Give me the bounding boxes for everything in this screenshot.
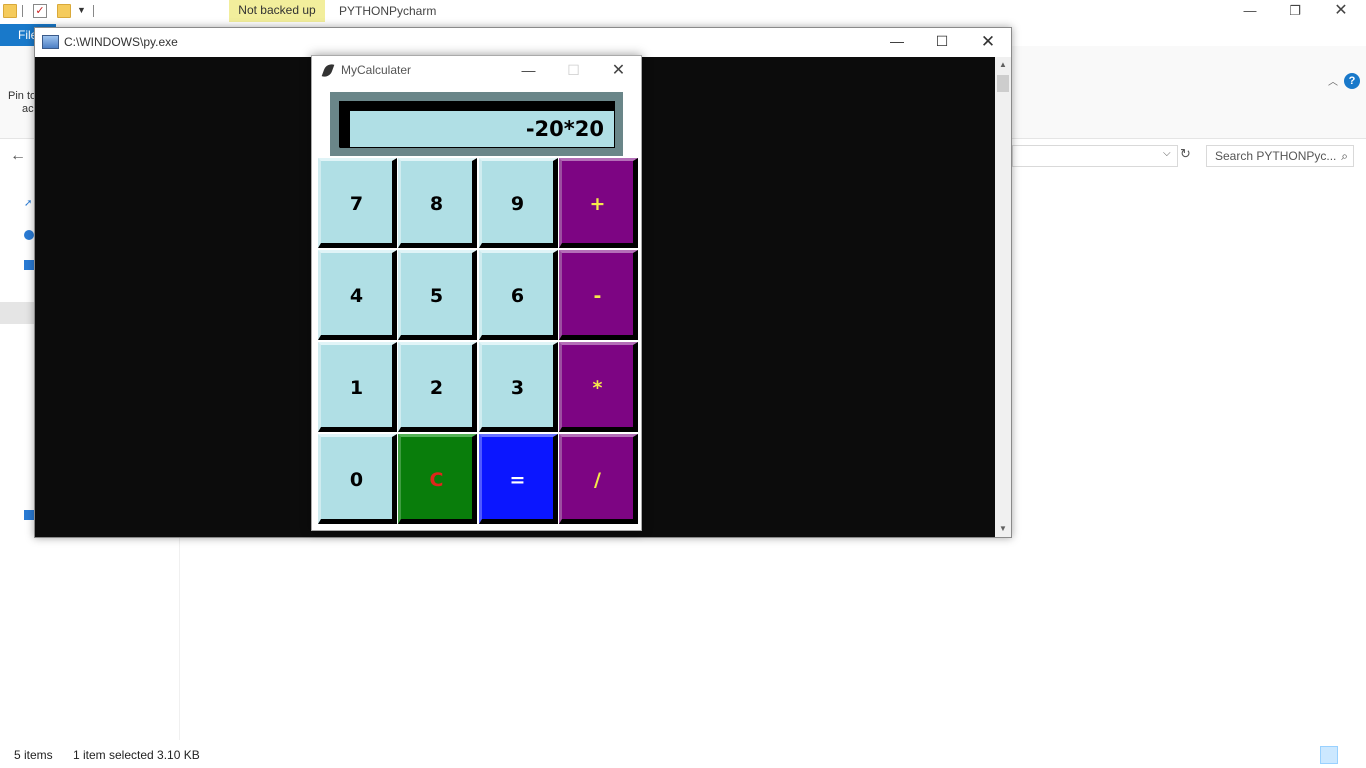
key-divide[interactable]: / [559, 434, 638, 524]
scroll-down-arrow-icon[interactable]: ▼ [995, 521, 1011, 537]
calculator-window: MyCalculater — ☐ ✕ -20*20 7 8 9 + 4 5 6 … [311, 55, 642, 531]
pin-label-line-2: ac [22, 103, 34, 115]
divider [93, 5, 94, 17]
status-bar: 5 items 1 item selected 3.10 KB [0, 745, 1366, 768]
scroll-up-arrow-icon[interactable]: ▲ [995, 57, 1011, 73]
calculator-title-bar[interactable]: MyCalculater — ☐ ✕ [312, 56, 641, 86]
key-5[interactable]: 5 [398, 250, 477, 340]
quick-access-pin-icon[interactable]: ➚ [24, 198, 34, 209]
address-bar[interactable] [1012, 145, 1178, 167]
customize-toolbar-chevron-icon[interactable]: ▼ [77, 5, 86, 15]
network-icon[interactable] [24, 510, 34, 520]
key-plus[interactable]: + [559, 158, 638, 248]
address-dropdown-chevron-icon[interactable]: ⌵ [1163, 148, 1171, 159]
console-title: C:\WINDOWS\py.exe [64, 35, 178, 49]
key-multiply[interactable]: * [559, 342, 638, 432]
calculator-minimize-button[interactable]: — [506, 56, 551, 86]
console-title-bar[interactable]: C:\WINDOWS\py.exe — ☐ ✕ [35, 28, 1011, 57]
key-3[interactable]: 3 [479, 342, 558, 432]
explorer-close-button[interactable]: ✕ [1318, 0, 1364, 24]
key-9[interactable]: 9 [479, 158, 558, 248]
key-0[interactable]: 0 [318, 434, 397, 524]
console-maximize-button[interactable]: ☐ [919, 28, 965, 57]
key-4[interactable]: 4 [318, 250, 397, 340]
python-console-icon [42, 35, 59, 49]
explorer-minimize-button[interactable]: — [1227, 0, 1273, 24]
nav-selected-item[interactable] [0, 302, 34, 324]
display-frame: -20*20 [330, 92, 623, 156]
selection-info: 1 item selected 3.10 KB [73, 748, 200, 762]
console-close-button[interactable]: ✕ [965, 28, 1011, 57]
search-placeholder: Search PYTHONPyc... [1215, 149, 1337, 163]
back-arrow-icon[interactable]: ← [10, 147, 26, 165]
display-bevel-corner [330, 138, 348, 156]
console-minimize-button[interactable]: — [874, 28, 920, 57]
search-input[interactable]: Search PYTHONPyc... ⌕ [1206, 145, 1354, 167]
key-minus[interactable]: - [559, 250, 638, 340]
refresh-icon[interactable]: ↻ [1180, 146, 1191, 162]
console-scrollbar[interactable]: ▲ ▼ [995, 57, 1011, 537]
item-count: 5 items [14, 748, 53, 762]
explorer-window-title: PYTHONPycharm [339, 4, 437, 18]
key-clear[interactable]: C [398, 434, 477, 524]
key-equals[interactable]: = [479, 434, 558, 524]
folder-icon [3, 4, 17, 18]
help-icon[interactable]: ? [1344, 73, 1360, 89]
divider [22, 5, 23, 17]
collapse-ribbon-chevron-icon[interactable]: ︿ [1328, 73, 1338, 88]
backup-status-badge[interactable]: Not backed up [229, 0, 325, 22]
properties-icon[interactable]: ✓ [33, 4, 47, 18]
calculator-display[interactable]: -20*20 [350, 111, 614, 147]
key-7[interactable]: 7 [318, 158, 397, 248]
this-pc-icon[interactable] [24, 260, 34, 270]
calculator-title: MyCalculater [341, 63, 412, 77]
calculator-close-button[interactable]: ✕ [596, 56, 641, 86]
explorer-restore-button[interactable]: ❐ [1272, 0, 1318, 24]
pin-label-line-1: Pin to [8, 90, 37, 102]
key-8[interactable]: 8 [398, 158, 477, 248]
key-2[interactable]: 2 [398, 342, 477, 432]
details-view-icon[interactable] [1320, 746, 1338, 764]
calculator-maximize-button: ☐ [567, 62, 580, 78]
onedrive-cloud-icon[interactable] [24, 230, 34, 240]
key-6[interactable]: 6 [479, 250, 558, 340]
explorer-title-bar: ✓ ▼ Not backed up PYTHONPycharm — ❐ ✕ [0, 0, 1366, 24]
new-folder-icon[interactable] [57, 4, 71, 18]
large-icons-view-icon[interactable] [1343, 746, 1361, 764]
scrollbar-thumb[interactable] [997, 75, 1009, 92]
search-icon: ⌕ [1341, 149, 1348, 163]
pin-to-quick-access-label[interactable]: Pin to ac [8, 90, 36, 116]
tk-feather-icon [321, 62, 335, 79]
key-1[interactable]: 1 [318, 342, 397, 432]
